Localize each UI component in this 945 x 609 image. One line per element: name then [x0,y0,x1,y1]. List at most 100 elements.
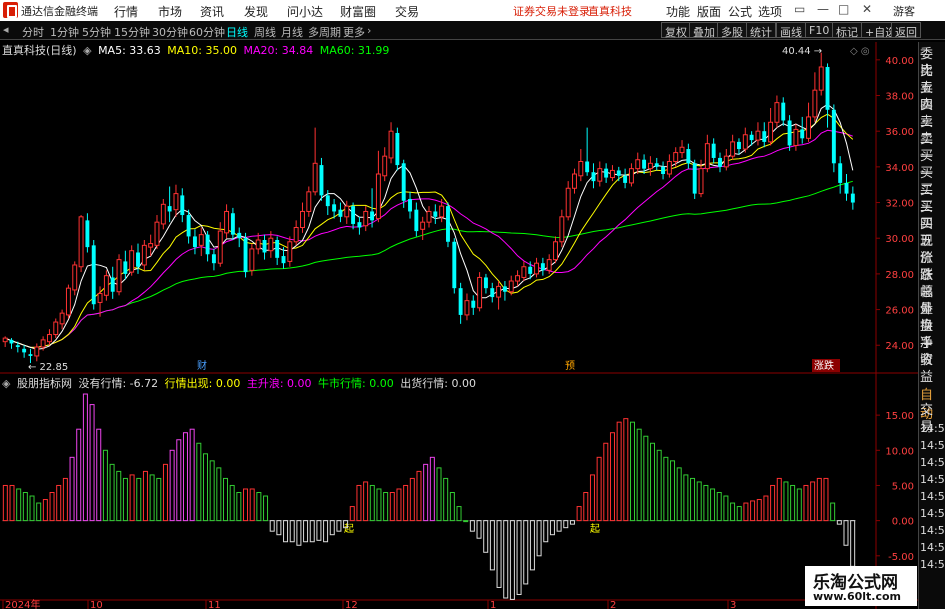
indicator-bar [376,488,382,522]
indicator-bar [463,520,469,523]
period-daily[interactable]: 日线 [226,24,248,40]
menu-news[interactable]: 资讯 [200,3,224,20]
candle-body [781,102,786,121]
candle-body [666,161,672,175]
indicator-bar [690,477,696,522]
indicator-bar [549,520,555,536]
candle-body [502,286,507,292]
signal-qi: 起 [590,523,600,535]
indicator-bar [723,495,729,522]
btn-stats[interactable]: 统计 [746,22,776,39]
watermark-url: www.60lt.com [813,590,902,603]
period-1min[interactable]: 1分钟 [50,24,79,40]
btn-overlay[interactable]: 叠加 [689,22,719,39]
period-30min[interactable]: 30分钟 [152,24,188,40]
candle-body [186,215,191,237]
candle-body [40,339,46,348]
tool-layout[interactable]: 版面 [697,3,721,20]
indicator-bar [296,520,302,546]
collapse-icon[interactable]: ◂ [3,23,9,36]
date-label: 1 [490,600,496,609]
period-tick[interactable]: 分时 [22,24,44,40]
candle-body [534,262,540,275]
candle-body [136,252,140,267]
btn-multi-stock[interactable]: 多股 [717,22,747,39]
menu-discover[interactable]: 发现 [244,3,268,20]
period-monthly[interactable]: 月线 [281,24,303,40]
window-restore-icon[interactable]: ▭ [794,2,805,16]
indicator-bar [403,484,409,522]
candle-body [388,130,394,159]
indicator-bar [323,520,329,543]
menu-wealth[interactable]: 财富圈 [340,3,376,20]
legend-toggle-icon[interactable]: ◈ [83,44,91,57]
tool-function[interactable]: 功能 [666,3,690,20]
time-tick: 14:56 [920,439,945,452]
candle-body [654,163,659,167]
indicator-bar [543,520,549,543]
candle-body [446,206,450,242]
period-5min[interactable]: 5分钟 [82,24,111,40]
btn-mark[interactable]: 标记 [832,22,862,39]
btn-adjust[interactable]: 复权 [661,22,691,39]
indicator-bar [16,488,22,522]
date-label: 12 [345,600,358,609]
window-maximize-icon[interactable]: □ [838,2,849,16]
period-60min[interactable]: 60分钟 [189,24,225,40]
menu-market[interactable]: 市场 [158,3,182,20]
indicator-bar [509,520,515,600]
date-label: 2 [610,600,616,609]
candle-body [818,66,824,91]
menu-ask[interactable]: 问小达 [287,3,323,20]
period-weekly[interactable]: 周线 [254,24,276,40]
candle-body [78,216,84,268]
period-more[interactable]: 更多 [343,24,365,40]
candle-body [831,109,836,164]
main-chart-legend: 直真科技(日线) ◈ MA5: 33.63 MA10: 35.00 MA20: … [2,42,392,58]
top-menu-bar: 通达信金融终端 行情 市场 资讯 发现 问小达 财富圈 交易 证券交易未登录 直… [0,0,945,21]
candle-body [293,227,299,243]
indicator-toggle-icon[interactable]: ◈ [2,377,10,390]
time-tick: 14:56 [920,558,945,571]
time-tick: 14:56 [920,456,945,469]
side-item[interactable]: 收益 [920,352,945,386]
candle-body [730,141,736,157]
tool-options[interactable]: 选项 [758,3,782,20]
period-multi[interactable]: 多周期 [308,24,341,40]
y-tick-label: 26.00 [885,306,914,317]
period-15min[interactable]: 15分钟 [114,24,150,40]
tool-formula[interactable]: 公式 [728,3,752,20]
window-minimize-icon[interactable]: — [817,2,829,16]
candle-body [180,195,185,216]
login-status[interactable]: 证券交易未登录 [513,3,590,19]
indicator-bar [736,506,742,522]
event-mark-cai: 财 [197,359,207,372]
more-arrow-icon[interactable]: › [367,24,371,37]
btn-back[interactable]: 返回 [891,22,921,39]
candle-body [262,240,267,253]
candle-body [718,157,722,167]
candle-body [116,259,122,293]
y-tick-label: 28.00 [885,270,914,281]
indicator-name[interactable]: 股朋指标网 [17,377,72,390]
window-close-icon[interactable]: ✕ [862,2,872,16]
candle-body [325,195,330,207]
btn-draw[interactable]: 画线 [776,22,806,39]
indicator-bar [49,492,55,522]
menu-trade[interactable]: 交易 [395,3,419,20]
candle-body [477,276,483,309]
candle-body [433,211,438,217]
candle-body [123,261,128,274]
candle-body [344,205,350,218]
candle-body [211,254,216,264]
menu-quotes[interactable]: 行情 [114,3,138,20]
candle-body [370,211,375,221]
indicator-bar [176,439,182,522]
indicator-bar [516,520,522,595]
event-mark-zhangdie: 涨跌 [814,359,834,372]
current-stock-label[interactable]: 直真科技 [588,3,632,19]
legend-stock[interactable]: 直真科技(日线) [2,44,77,57]
kline-chart[interactable]: 24.0026.0028.0030.0032.0034.0036.0038.00… [0,42,918,609]
guest-account[interactable]: 游客 [893,3,915,19]
btn-f10[interactable]: F10 [805,22,834,38]
